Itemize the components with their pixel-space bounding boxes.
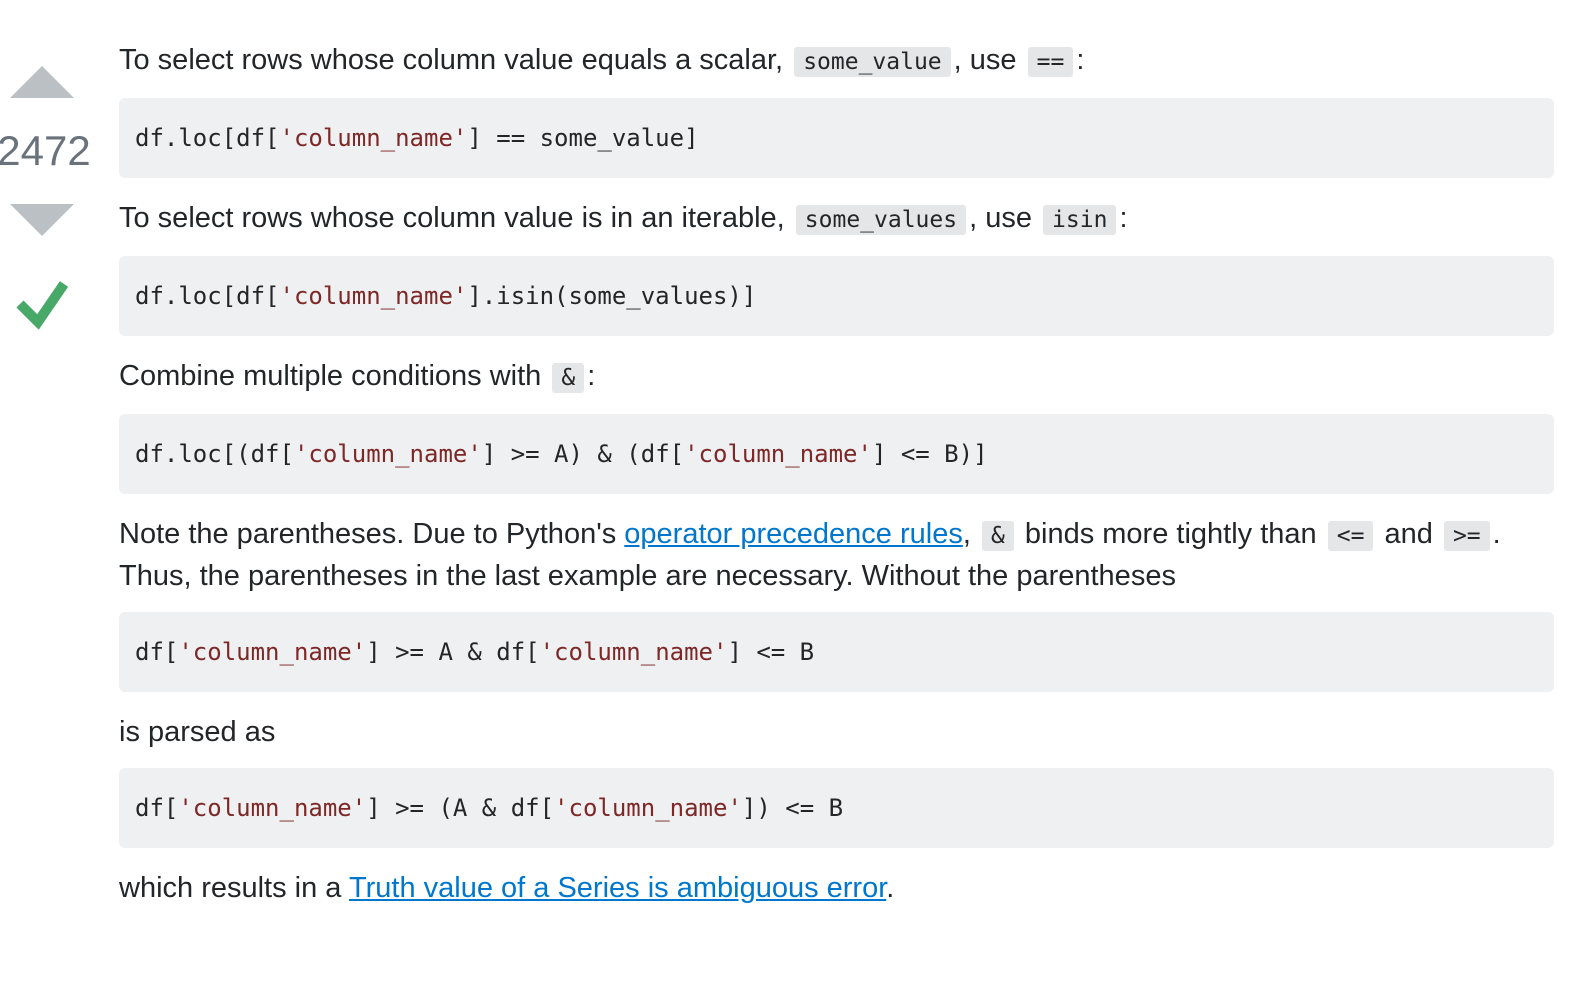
code-string: 'column_name'	[684, 440, 872, 468]
inline-code: <=	[1327, 521, 1374, 551]
code-token: df.loc[(df[	[135, 440, 294, 468]
inline-code: some_value	[794, 47, 951, 77]
paragraph-note-parentheses: Note the parentheses. Due to Python's op…	[119, 514, 1554, 596]
paragraph-text: binds more tightly than	[1024, 518, 1317, 550]
code-string: 'column_name'	[279, 282, 468, 310]
paragraph-text: and	[1384, 518, 1433, 550]
paragraph-text: is parsed as	[119, 716, 276, 748]
code-token: ].isin(some_values)]	[467, 282, 757, 310]
code-block-parsed: df['column_name'] >= (A & df['column_nam…	[119, 768, 1554, 848]
answer-body: To select rows whose column value equals…	[119, 40, 1554, 908]
paragraph-select-scalar: To select rows whose column value equals…	[119, 40, 1554, 82]
code-string: 'column_name'	[178, 794, 367, 822]
code-token: ] <= B	[727, 638, 815, 666]
code-string: 'column_name'	[554, 794, 742, 822]
code-token: df.loc[df[	[135, 124, 280, 152]
code-token: ]) <= B	[741, 794, 844, 822]
code-block-combined: df.loc[(df['column_name'] >= A) & (df['c…	[119, 414, 1554, 494]
paragraph-text: :	[1076, 44, 1085, 76]
paragraph-parsed-as: is parsed as	[119, 712, 1554, 752]
inline-code: >=	[1443, 521, 1490, 551]
code-token: df.loc[df[	[135, 282, 280, 310]
paragraph-text: To select rows whose column value is in …	[119, 202, 785, 234]
paragraph-text: .	[886, 872, 895, 904]
paragraph-text: :	[587, 360, 596, 392]
code-token: ] >= A) & (df[	[481, 440, 685, 468]
code-string: 'column_name'	[279, 124, 468, 152]
code-token: df[	[135, 794, 179, 822]
code-token: df[	[135, 638, 179, 666]
paragraph-text: .	[1492, 518, 1501, 550]
code-token: ] <= B)]	[871, 440, 988, 468]
accepted-answer-indicator	[16, 278, 69, 330]
paragraph-text: which results in a	[119, 872, 342, 904]
paragraph-text: ,	[962, 518, 971, 550]
vote-count: 2472	[0, 127, 91, 174]
code-block-scalar: df.loc[df['column_name'] == some_value]	[119, 98, 1554, 178]
paragraph-text: Combine multiple conditions with	[119, 360, 542, 392]
paragraph-text: Note the parentheses. Due to Python's	[119, 518, 617, 550]
code-string: 'column_name'	[539, 638, 728, 666]
code-token: ] >= A & df[	[366, 638, 540, 666]
code-block-isin: df.loc[df['column_name'].isin(some_value…	[119, 256, 1554, 336]
code-token: ] >= (A & df[	[366, 794, 555, 822]
inline-code: &	[552, 363, 585, 393]
paragraph-text: Thus, the parentheses in the last exampl…	[119, 560, 1176, 592]
inline-code: some_values	[795, 205, 967, 235]
paragraph-text: To select rows whose column value equals…	[119, 44, 784, 76]
upvote-button[interactable]	[8, 62, 76, 98]
triangle-down-icon	[10, 204, 74, 236]
inline-code: &	[981, 521, 1014, 551]
triangle-up-icon	[10, 66, 74, 98]
operator-precedence-link[interactable]: operator precedence rules	[624, 518, 963, 550]
paragraph-results-in: which results in a Truth value of a Seri…	[119, 868, 1554, 908]
paragraph-text: , use	[953, 44, 1017, 76]
code-string: 'column_name'	[293, 440, 482, 468]
paragraph-select-iterable: To select rows whose column value is in …	[119, 198, 1554, 240]
paragraph-text: , use	[969, 202, 1032, 234]
checkmark-icon	[16, 281, 69, 330]
truth-value-error-link[interactable]: Truth value of a Series is ambiguous err…	[349, 872, 886, 904]
code-token: ] == some_value]	[467, 124, 699, 152]
paragraph-combine-conditions: Combine multiple conditions with &:	[119, 356, 1554, 398]
code-block-without-parentheses: df['column_name'] >= A & df['column_name…	[119, 612, 1554, 692]
inline-code: ==	[1027, 47, 1074, 77]
code-string: 'column_name'	[178, 638, 367, 666]
downvote-button[interactable]	[8, 202, 76, 238]
vote-column: 2472	[0, 0, 100, 340]
inline-code: isin	[1043, 205, 1117, 235]
paragraph-text: :	[1119, 202, 1128, 234]
